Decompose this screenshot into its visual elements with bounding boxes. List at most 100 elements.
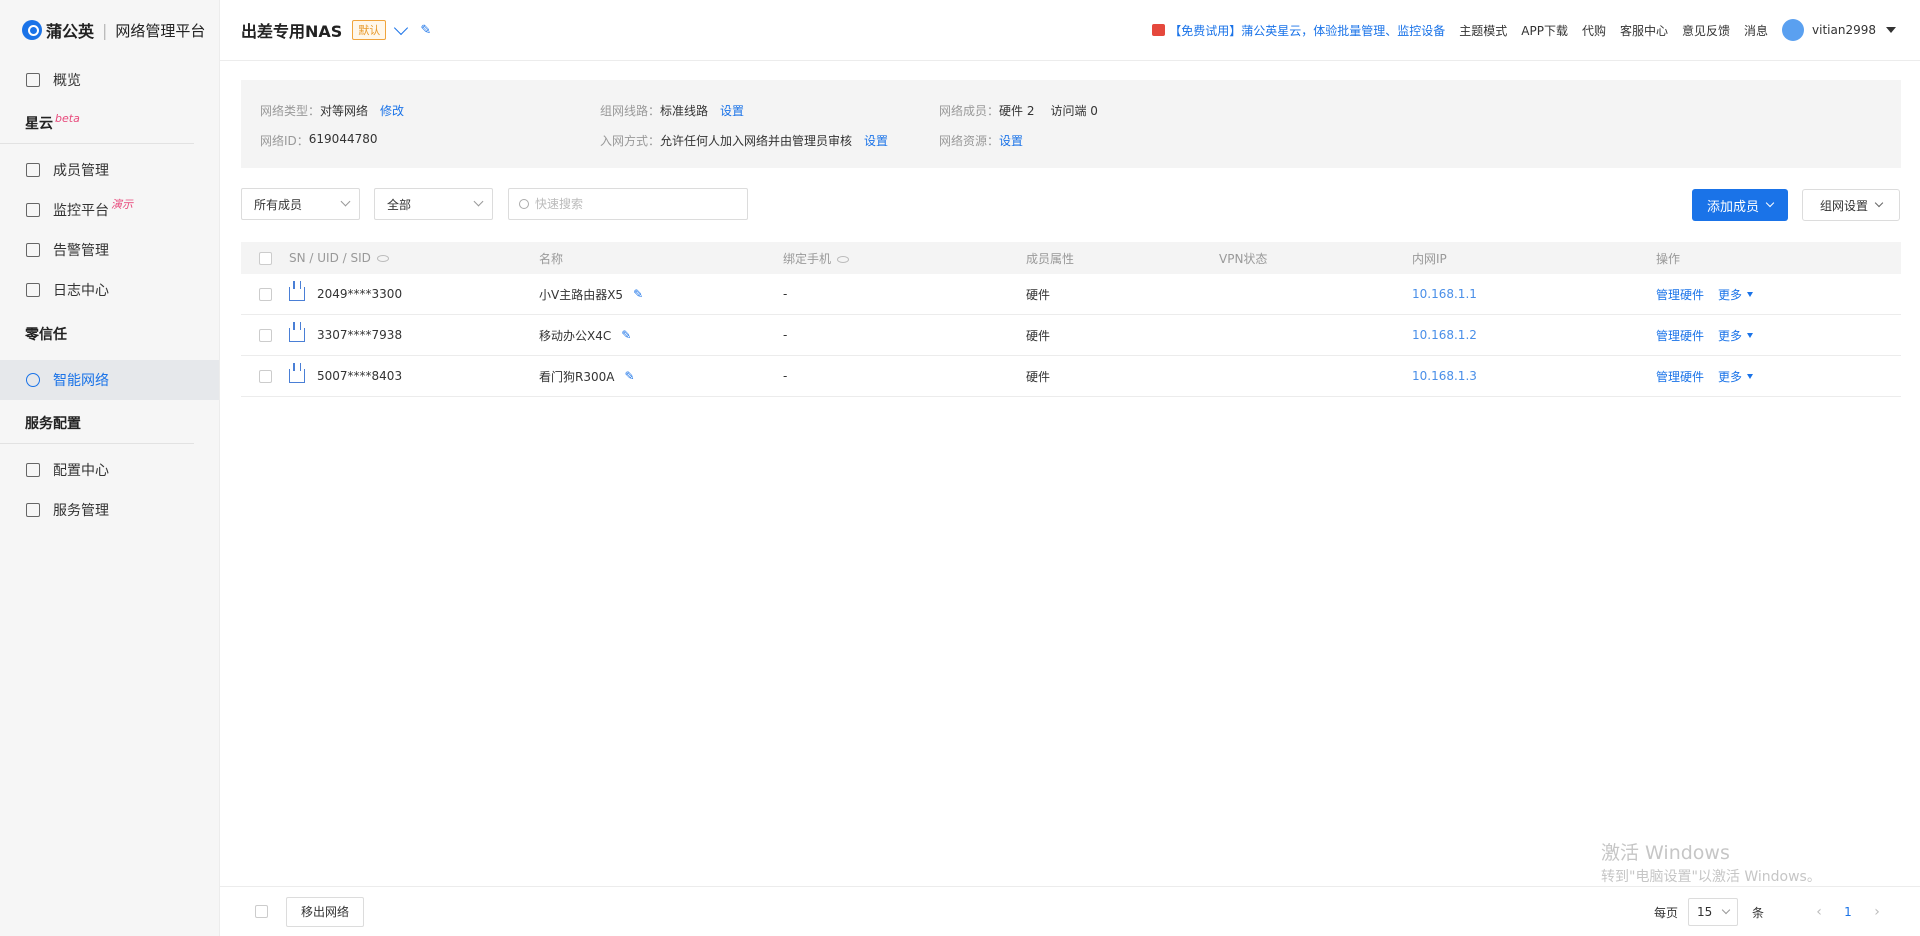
manage-hardware-link[interactable]: 管理硬件 — [1656, 286, 1704, 303]
device-name: 移动办公X4C — [539, 328, 612, 343]
status-filter-select[interactable]: 全部 — [374, 188, 493, 220]
sidebar-item-alerts[interactable]: 告警管理 — [0, 230, 219, 270]
theme-mode-link[interactable]: 主题模式 — [1459, 22, 1507, 39]
row-checkbox[interactable] — [258, 328, 272, 342]
manage-hardware-link[interactable]: 管理硬件 — [1656, 327, 1704, 344]
more-label: 更多 — [1718, 328, 1743, 343]
network-switch-chevron-icon[interactable] — [394, 20, 409, 35]
info-value: 619044780 — [308, 132, 378, 146]
join-method: 入网方式： 允许任何人加入网络并由管理员审核 设置 — [600, 132, 888, 149]
caret-down-icon — [1747, 373, 1754, 379]
lan-ip-text: 10.168.1.3 — [1412, 369, 1477, 383]
gift-icon — [1152, 24, 1166, 36]
more-label: 更多 — [1718, 369, 1743, 384]
member-filter-select[interactable]: 所有成员 — [241, 188, 360, 220]
sidebar-item-service-mgmt[interactable]: 服务管理 — [0, 490, 219, 530]
info-value: 访问端 0 — [1050, 104, 1098, 118]
purchase-link[interactable]: 代购 — [1582, 22, 1606, 39]
sidebar-item-overview[interactable]: 概览 — [0, 60, 219, 100]
manage-hardware-link[interactable]: 管理硬件 — [1656, 368, 1704, 385]
lan-ip: 10.168.1.1 — [1412, 287, 1477, 301]
edit-name-icon[interactable]: ✎ — [621, 328, 631, 342]
section-title-service-config: 服务配置 — [0, 400, 194, 444]
info-label: 网络ID： — [260, 134, 309, 148]
table-row: 5007****8403 看门狗R300A ✎ - 硬件 10.168.1.3 管… — [241, 356, 1901, 397]
sidebar-item-logs[interactable]: 日志中心 — [0, 270, 219, 310]
section-title-text: 服务配置 — [25, 416, 81, 432]
promo-link[interactable]: 【免费试用】蒲公英星云，体验批量管理、监控设备 — [1169, 22, 1445, 39]
demo-tag: 演示 — [111, 198, 133, 211]
column-header: 成员属性 — [1026, 251, 1075, 266]
doc-icon — [26, 503, 40, 517]
sidebar-item-members[interactable]: 成员管理 — [0, 150, 219, 190]
network-info-panel: 网络类型： 对等网络 修改 网络ID： 619044780 组网线路： 标准线路… — [241, 80, 1901, 168]
add-member-label: 添加成员 — [1706, 199, 1759, 215]
edit-name-icon[interactable]: ✎ — [624, 369, 634, 383]
row-checkbox[interactable] — [258, 287, 272, 301]
edit-network-name-icon[interactable]: ✎ — [420, 23, 431, 38]
device-name: 小V主路由器X5 — [539, 287, 624, 302]
select-all-checkbox[interactable] — [258, 251, 272, 265]
eye-icon[interactable] — [376, 254, 389, 262]
bound-phone: - — [783, 287, 788, 301]
sidebar-item-config-center[interactable]: 配置中心 — [0, 450, 219, 490]
lan-ip: 10.168.1.2 — [1412, 328, 1477, 342]
next-page-icon[interactable]: › — [1858, 904, 1896, 920]
search-input[interactable] — [535, 197, 735, 211]
page-size-select[interactable]: 15 — [1687, 898, 1738, 926]
network-resources: 网络资源： 设置 — [939, 132, 1023, 149]
device-sn: 2049****3300 — [317, 287, 403, 301]
more-label: 更多 — [1718, 287, 1743, 302]
info-value: 允许任何人加入网络并由管理员审核 — [660, 134, 853, 148]
join-settings-link[interactable]: 设置 — [864, 132, 888, 149]
username[interactable]: vitian2998 — [1812, 23, 1876, 37]
network-members: 网络成员： 硬件 2 访问端 0 — [939, 102, 1098, 119]
current-page[interactable]: 1 — [1838, 905, 1858, 919]
messages-link[interactable]: 消息 — [1744, 22, 1768, 39]
support-center-link[interactable]: 客服中心 — [1620, 22, 1668, 39]
network-settings-button[interactable]: 组网设置 — [1802, 189, 1900, 221]
add-member-button[interactable]: 添加成员 — [1692, 189, 1788, 221]
sidebar-item-label: 服务管理 — [53, 503, 109, 519]
remove-from-network-button[interactable]: 移出网络 — [286, 896, 365, 927]
member-attr: 硬件 — [1026, 287, 1051, 302]
beta-tag: beta — [55, 112, 80, 125]
device-name: 看门狗R300A — [539, 369, 615, 384]
platform-name: 网络管理平台 — [115, 21, 206, 40]
router-icon — [289, 322, 305, 342]
home-icon — [26, 73, 40, 87]
network-type: 网络类型： 对等网络 修改 — [260, 102, 404, 119]
sidebar-item-smart-network[interactable]: 智能网络 — [0, 360, 219, 400]
eye-icon[interactable] — [837, 255, 850, 263]
app-download-link[interactable]: APP下载 — [1521, 22, 1568, 39]
more-menu[interactable]: 更多 — [1718, 327, 1754, 344]
caret-down-icon — [1747, 332, 1754, 338]
per-page-label: 每页 — [1653, 905, 1678, 920]
resource-settings-link[interactable]: 设置 — [999, 132, 1023, 149]
logo[interactable]: 蒲公英 | 网络管理平台 — [0, 0, 219, 60]
prev-page-icon[interactable]: ‹ — [1800, 904, 1838, 920]
brand-name: 蒲公英 — [46, 22, 95, 41]
bound-phone: - — [783, 328, 788, 342]
pagination: 每页 15 条 ‹ 1 › — [1654, 887, 1896, 936]
windows-watermark-subtitle: 转到"电脑设置"以激活 Windows。 — [1601, 869, 1821, 885]
status-filter-value: 全部 — [387, 197, 412, 212]
logo-divider: | — [102, 20, 108, 40]
user-menu-caret-icon[interactable] — [1886, 27, 1896, 33]
modify-type-link[interactable]: 修改 — [380, 102, 404, 119]
row-checkbox[interactable] — [258, 369, 272, 383]
section-title-xingyun: 星云 beta — [0, 100, 194, 144]
members-table: SN / UID / SID 名称 绑定手机 成员属性 VPN状态 内网IP 操… — [241, 242, 1901, 397]
more-menu[interactable]: 更多 — [1718, 286, 1754, 303]
footer-select-all-checkbox[interactable] — [255, 905, 268, 918]
search-box[interactable] — [508, 188, 748, 220]
edit-name-icon[interactable]: ✎ — [633, 287, 643, 301]
router-icon — [289, 281, 305, 301]
avatar[interactable] — [1782, 19, 1805, 41]
table-row: 3307****7938 移动办公X4C ✎ - 硬件 10.168.1.2 管理… — [241, 315, 1901, 356]
feedback-link[interactable]: 意见反馈 — [1682, 22, 1730, 39]
line-settings-link[interactable]: 设置 — [720, 102, 744, 119]
more-menu[interactable]: 更多 — [1718, 368, 1754, 385]
sidebar-item-monitor[interactable]: 监控平台 演示 — [0, 190, 219, 230]
lan-ip-text: 10.168.1.1 — [1412, 287, 1477, 301]
